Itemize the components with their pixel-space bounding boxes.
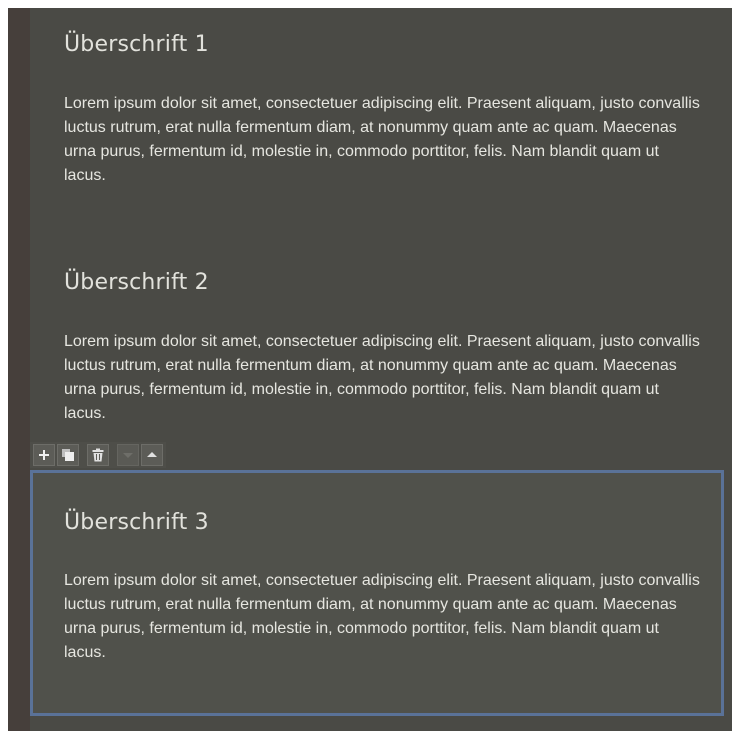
section-toolbar [30, 442, 166, 468]
editor-frame: Überschrift 1 Lorem ipsum dolor sit amet… [8, 8, 732, 731]
move-down-button[interactable] [117, 444, 139, 466]
plus-icon [39, 450, 49, 460]
section-text: Lorem ipsum dolor sit amet, consectetuer… [64, 95, 700, 184]
section-heading: Überschrift 3 [64, 510, 209, 535]
duplicate-section-button[interactable] [57, 444, 79, 466]
section-text: Lorem ipsum dolor sit amet, consectetuer… [64, 572, 700, 661]
chevron-up-icon [147, 452, 157, 457]
section-heading: Überschrift 2 [64, 270, 209, 295]
move-up-button[interactable] [141, 444, 163, 466]
copy-icon [62, 449, 74, 461]
add-section-button[interactable] [33, 444, 55, 466]
left-gutter [8, 8, 30, 731]
delete-section-button[interactable] [87, 444, 109, 466]
section-text: Lorem ipsum dolor sit amet, consectetuer… [64, 333, 700, 422]
content-area: Überschrift 1 Lorem ipsum dolor sit amet… [30, 8, 732, 731]
section-heading: Überschrift 1 [64, 32, 209, 57]
trash-icon [92, 448, 104, 462]
chevron-down-icon [123, 453, 133, 458]
